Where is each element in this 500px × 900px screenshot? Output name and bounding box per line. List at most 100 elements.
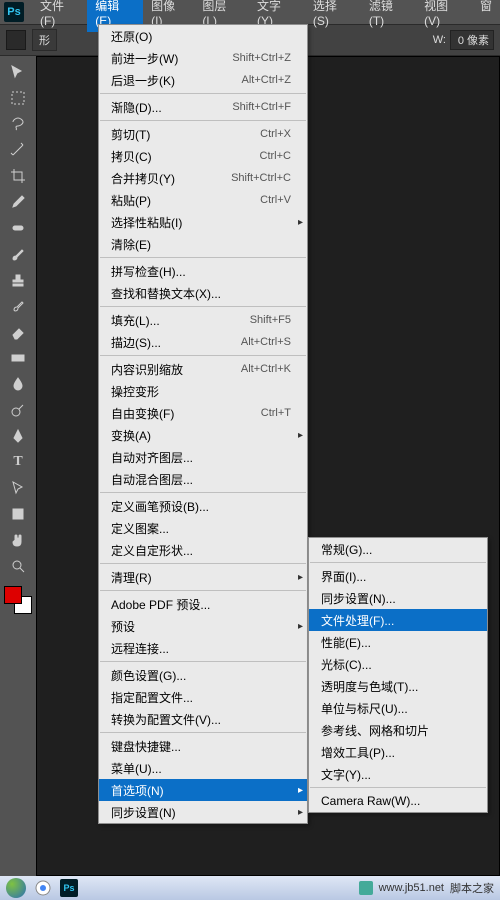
menu-row[interactable]: 性能(E)... bbox=[309, 631, 487, 653]
stamp-tool-icon[interactable] bbox=[6, 268, 30, 292]
menu-row[interactable]: 自由变换(F)Ctrl+T bbox=[99, 402, 307, 424]
menu-row[interactable]: 文字(Y)... bbox=[309, 763, 487, 785]
menu-row-label: 光标(C)... bbox=[321, 656, 471, 673]
menu-item[interactable]: 窗 bbox=[472, 0, 500, 32]
hand-tool-icon[interactable] bbox=[6, 528, 30, 552]
foreground-swatch[interactable] bbox=[4, 586, 22, 604]
menu-row-label: 首选项(N) bbox=[111, 782, 291, 799]
menu-row[interactable]: 合并拷贝(Y)Shift+Ctrl+C bbox=[99, 167, 307, 189]
menu-row-label: 颜色设置(G)... bbox=[111, 667, 291, 684]
menu-row-label: 选择性粘贴(I) bbox=[111, 214, 291, 231]
menu-row[interactable]: 自动混合图层... bbox=[99, 468, 307, 490]
menu-row[interactable]: 增效工具(P)... bbox=[309, 741, 487, 763]
menu-row[interactable]: 查找和替换文本(X)... bbox=[99, 282, 307, 304]
zoom-tool-icon[interactable] bbox=[6, 554, 30, 578]
pen-tool-icon[interactable] bbox=[6, 424, 30, 448]
eraser-tool-icon[interactable] bbox=[6, 320, 30, 344]
site-url: www.jb51.net bbox=[379, 882, 444, 894]
menu-row[interactable]: 文件处理(F)... bbox=[309, 609, 487, 631]
blur-tool-icon[interactable] bbox=[6, 372, 30, 396]
menu-row[interactable]: 拼写检查(H)... bbox=[99, 260, 307, 282]
menu-row[interactable]: 常规(G)... bbox=[309, 538, 487, 560]
menu-shortcut: Ctrl+T bbox=[261, 407, 291, 419]
menu-row[interactable]: 选择性粘贴(I)▸ bbox=[99, 211, 307, 233]
menu-row[interactable]: 填充(L)...Shift+F5 bbox=[99, 309, 307, 331]
menu-item[interactable]: 滤镜(T) bbox=[361, 0, 416, 32]
menu-row[interactable]: 操控变形 bbox=[99, 380, 307, 402]
lasso-tool-icon[interactable] bbox=[6, 112, 30, 136]
site-logo-icon bbox=[359, 881, 373, 895]
crop-tool-icon[interactable] bbox=[6, 164, 30, 188]
menu-row[interactable]: 前进一步(W)Shift+Ctrl+Z bbox=[99, 47, 307, 69]
menu-row[interactable]: 清除(E) bbox=[99, 233, 307, 255]
start-button-icon[interactable] bbox=[6, 878, 26, 898]
menu-separator bbox=[310, 562, 486, 563]
menu-row[interactable]: 光标(C)... bbox=[309, 653, 487, 675]
heal-tool-icon[interactable] bbox=[6, 216, 30, 240]
menu-row[interactable]: 界面(I)... bbox=[309, 565, 487, 587]
move-tool-icon[interactable] bbox=[6, 60, 30, 84]
menu-row[interactable]: 首选项(N)▸ bbox=[99, 779, 307, 801]
chrome-icon[interactable] bbox=[34, 879, 52, 897]
rectangle-tool-icon[interactable] bbox=[6, 502, 30, 526]
menu-row[interactable]: 指定配置文件... bbox=[99, 686, 307, 708]
menu-row[interactable]: 后退一步(K)Alt+Ctrl+Z bbox=[99, 69, 307, 91]
menu-shortcut: Ctrl+C bbox=[260, 150, 291, 162]
wand-tool-icon[interactable] bbox=[6, 138, 30, 162]
menu-item[interactable]: 文件(F) bbox=[32, 0, 87, 32]
color-swatches[interactable] bbox=[4, 586, 32, 614]
tool-preset-button[interactable] bbox=[6, 30, 26, 50]
menu-row[interactable]: 清理(R)▸ bbox=[99, 566, 307, 588]
menu-row-label: 常规(G)... bbox=[321, 541, 471, 558]
history-brush-icon[interactable] bbox=[6, 294, 30, 318]
menu-row-label: 拷贝(C) bbox=[111, 148, 260, 165]
menu-row[interactable]: 内容识别缩放Alt+Ctrl+K bbox=[99, 358, 307, 380]
menu-row[interactable]: 描边(S)...Alt+Ctrl+S bbox=[99, 331, 307, 353]
type-tool-icon[interactable]: T bbox=[6, 450, 30, 474]
menu-row[interactable]: 键盘快捷键... bbox=[99, 735, 307, 757]
path-select-icon[interactable] bbox=[6, 476, 30, 500]
menu-row[interactable]: 远程连接... bbox=[99, 637, 307, 659]
menu-row[interactable]: 剪切(T)Ctrl+X bbox=[99, 123, 307, 145]
menu-row[interactable]: 同步设置(N)▸ bbox=[99, 801, 307, 823]
menu-row[interactable]: 颜色设置(G)... bbox=[99, 664, 307, 686]
menu-shortcut: Shift+Ctrl+Z bbox=[232, 52, 291, 64]
menu-row[interactable]: 透明度与色域(T)... bbox=[309, 675, 487, 697]
menu-row[interactable]: 渐隐(D)...Shift+Ctrl+F bbox=[99, 96, 307, 118]
menu-shortcut: Alt+Ctrl+S bbox=[241, 336, 291, 348]
menu-row[interactable]: 菜单(U)... bbox=[99, 757, 307, 779]
menu-row-label: 键盘快捷键... bbox=[111, 738, 291, 755]
submenu-arrow-icon: ▸ bbox=[298, 807, 303, 818]
marquee-tool-icon[interactable] bbox=[6, 86, 30, 110]
menu-row[interactable]: Camera Raw(W)... bbox=[309, 790, 487, 812]
menu-row-label: 描边(S)... bbox=[111, 334, 241, 351]
menu-row[interactable]: 定义画笔预设(B)... bbox=[99, 495, 307, 517]
menu-row[interactable]: 还原(O) bbox=[99, 25, 307, 47]
ps-logo-icon: Ps bbox=[4, 2, 24, 22]
menu-item[interactable]: 视图(V) bbox=[416, 0, 472, 32]
menu-row[interactable]: Adobe PDF 预设... bbox=[99, 593, 307, 615]
menu-row[interactable]: 同步设置(N)... bbox=[309, 587, 487, 609]
menu-row-label: 查找和替换文本(X)... bbox=[111, 285, 291, 302]
menu-row[interactable]: 粘贴(P)Ctrl+V bbox=[99, 189, 307, 211]
eyedropper-tool-icon[interactable] bbox=[6, 190, 30, 214]
menu-row[interactable]: 预设▸ bbox=[99, 615, 307, 637]
menu-row[interactable]: 定义图案... bbox=[99, 517, 307, 539]
menu-row[interactable]: 转换为配置文件(V)... bbox=[99, 708, 307, 730]
menu-row[interactable]: 定义自定形状... bbox=[99, 539, 307, 561]
dodge-tool-icon[interactable] bbox=[6, 398, 30, 422]
gradient-tool-icon[interactable] bbox=[6, 346, 30, 370]
menu-row[interactable]: 参考线、网格和切片 bbox=[309, 719, 487, 741]
photoshop-taskbar-icon[interactable]: Ps bbox=[60, 879, 78, 897]
menu-row[interactable]: 变换(A)▸ bbox=[99, 424, 307, 446]
menu-row[interactable]: 单位与标尺(U)... bbox=[309, 697, 487, 719]
width-field[interactable]: 0 像素 bbox=[450, 30, 494, 50]
menu-row[interactable]: 拷贝(C)Ctrl+C bbox=[99, 145, 307, 167]
brush-tool-icon[interactable] bbox=[6, 242, 30, 266]
shape-mode-label[interactable]: 形 bbox=[32, 29, 57, 51]
menu-row-label: 自由变换(F) bbox=[111, 405, 261, 422]
menu-row[interactable]: 自动对齐图层... bbox=[99, 446, 307, 468]
menu-item[interactable]: 选择(S) bbox=[305, 0, 361, 32]
menu-row-label: 粘贴(P) bbox=[111, 192, 260, 209]
menu-row-label: 自动混合图层... bbox=[111, 471, 291, 488]
